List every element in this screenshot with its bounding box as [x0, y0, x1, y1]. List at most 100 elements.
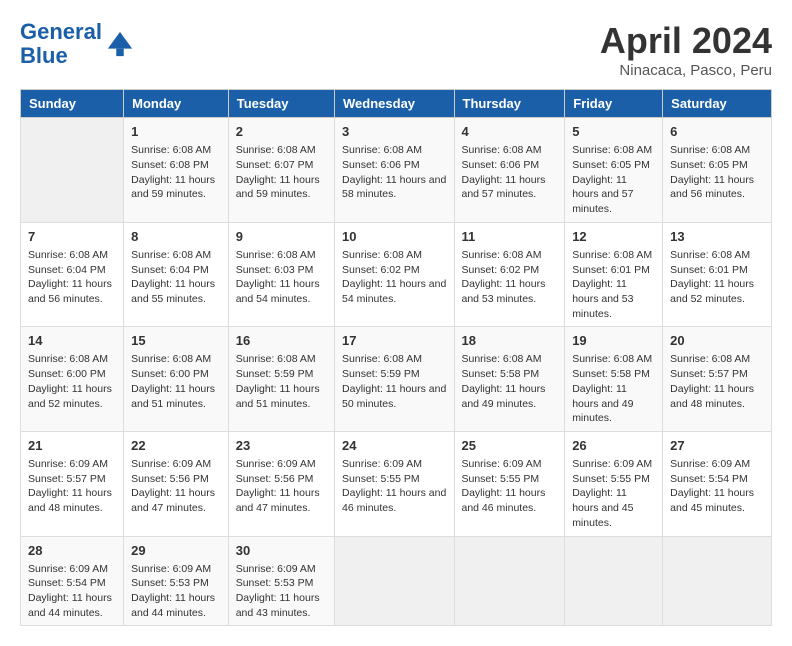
cell-info: Sunrise: 6:08 AMSunset: 6:05 PMDaylight:…: [572, 143, 655, 216]
calendar-table: Sunday Monday Tuesday Wednesday Thursday…: [20, 89, 772, 626]
day-number: 6: [670, 123, 764, 141]
calendar-cell: 2 Sunrise: 6:08 AMSunset: 6:07 PMDaylight…: [228, 118, 334, 223]
calendar-cell: 21 Sunrise: 6:09 AMSunset: 5:57 PMDayligh…: [21, 431, 124, 536]
calendar-cell: 3 Sunrise: 6:08 AMSunset: 6:06 PMDaylight…: [335, 118, 454, 223]
cell-info: Sunrise: 6:08 AMSunset: 6:00 PMDaylight:…: [131, 352, 221, 411]
cell-info: Sunrise: 6:08 AMSunset: 6:01 PMDaylight:…: [670, 248, 764, 307]
calendar-week-2: 7Sunrise: 6:08 AMSunset: 6:04 PMDaylight…: [21, 222, 772, 327]
cell-info: Sunrise: 6:09 AMSunset: 5:54 PMDaylight:…: [670, 457, 764, 516]
day-number: 18: [462, 332, 558, 350]
day-number: 9: [236, 228, 327, 246]
day-number: 16: [236, 332, 327, 350]
calendar-cell: 27 Sunrise: 6:09 AMSunset: 5:54 PMDayligh…: [663, 431, 772, 536]
day-number: 25: [462, 437, 558, 455]
logo: GeneralBlue: [20, 20, 134, 68]
calendar-week-3: 14 Sunrise: 6:08 AMSunset: 6:00 PMDayligh…: [21, 327, 772, 432]
calendar-cell: 16 Sunrise: 6:08 AMSunset: 5:59 PMDayligh…: [228, 327, 334, 432]
logo-text: GeneralBlue: [20, 20, 102, 68]
day-number: 21: [28, 437, 116, 455]
calendar-cell: 11 Sunrise: 6:08 AMSunset: 6:02 PMDayligh…: [454, 222, 565, 327]
cell-info: Sunrise: 6:08 AMSunset: 6:04 PMDaylight:…: [28, 248, 116, 307]
cell-info: Sunrise: 6:09 AMSunset: 5:56 PMDaylight:…: [131, 457, 221, 516]
calendar-cell: 15Sunrise: 6:08 AMSunset: 6:00 PMDayligh…: [124, 327, 229, 432]
calendar-cell: 12 Sunrise: 6:08 AMSunset: 6:01 PMDayligh…: [565, 222, 663, 327]
calendar-cell: 26 Sunrise: 6:09 AMSunset: 5:55 PMDayligh…: [565, 431, 663, 536]
calendar-week-4: 21 Sunrise: 6:09 AMSunset: 5:57 PMDayligh…: [21, 431, 772, 536]
day-number: 3: [342, 123, 446, 141]
day-number: 13: [670, 228, 764, 246]
cell-info: Sunrise: 6:08 AMSunset: 6:06 PMDaylight:…: [462, 143, 558, 202]
day-number: 14: [28, 332, 116, 350]
calendar-cell: 10Sunrise: 6:08 AMSunset: 6:02 PMDayligh…: [335, 222, 454, 327]
day-number: 5: [572, 123, 655, 141]
calendar-cell: 28Sunrise: 6:09 AMSunset: 5:54 PMDayligh…: [21, 536, 124, 626]
cell-info: Sunrise: 6:08 AMSunset: 6:02 PMDaylight:…: [462, 248, 558, 307]
calendar-cell: 9 Sunrise: 6:08 AMSunset: 6:03 PMDaylight…: [228, 222, 334, 327]
cell-info: Sunrise: 6:09 AMSunset: 5:57 PMDaylight:…: [28, 457, 116, 516]
calendar-cell: 19 Sunrise: 6:08 AMSunset: 5:58 PMDayligh…: [565, 327, 663, 432]
day-number: 29: [131, 542, 221, 560]
calendar-cell: [335, 536, 454, 626]
day-number: 2: [236, 123, 327, 141]
calendar-cell: 18 Sunrise: 6:08 AMSunset: 5:58 PMDayligh…: [454, 327, 565, 432]
day-number: 11: [462, 228, 558, 246]
calendar-subtitle: Ninacaca, Pasco, Peru: [600, 62, 772, 79]
cell-info: Sunrise: 6:08 AMSunset: 6:07 PMDaylight:…: [236, 143, 327, 202]
day-number: 22: [131, 437, 221, 455]
cell-info: Sunrise: 6:08 AMSunset: 6:06 PMDaylight:…: [342, 143, 446, 202]
title-block: April 2024 Ninacaca, Pasco, Peru: [600, 20, 772, 79]
day-number: 4: [462, 123, 558, 141]
cell-info: Sunrise: 6:08 AMSunset: 6:08 PMDaylight:…: [131, 143, 221, 202]
col-friday: Friday: [565, 90, 663, 118]
day-number: 27: [670, 437, 764, 455]
cell-info: Sunrise: 6:08 AMSunset: 6:01 PMDaylight:…: [572, 248, 655, 321]
day-number: 26: [572, 437, 655, 455]
day-number: 8: [131, 228, 221, 246]
calendar-title: April 2024: [600, 20, 772, 62]
day-number: 10: [342, 228, 446, 246]
calendar-cell: 14Sunrise: 6:08 AMSunset: 6:00 PMDayligh…: [21, 327, 124, 432]
calendar-cell: 23Sunrise: 6:09 AMSunset: 5:56 PMDayligh…: [228, 431, 334, 536]
col-sunday: Sunday: [21, 90, 124, 118]
calendar-week-1: 1Sunrise: 6:08 AMSunset: 6:08 PMDaylight…: [21, 118, 772, 223]
day-number: 30: [236, 542, 327, 560]
col-monday: Monday: [124, 90, 229, 118]
cell-info: Sunrise: 6:09 AMSunset: 5:55 PMDaylight:…: [572, 457, 655, 530]
calendar-cell: 6 Sunrise: 6:08 AMSunset: 6:05 PMDaylight…: [663, 118, 772, 223]
cell-info: Sunrise: 6:08 AMSunset: 6:05 PMDaylight:…: [670, 143, 764, 202]
cell-info: Sunrise: 6:08 AMSunset: 5:58 PMDaylight:…: [462, 352, 558, 411]
cell-info: Sunrise: 6:08 AMSunset: 5:59 PMDaylight:…: [236, 352, 327, 411]
col-wednesday: Wednesday: [335, 90, 454, 118]
calendar-cell: 17Sunrise: 6:08 AMSunset: 5:59 PMDayligh…: [335, 327, 454, 432]
logo-icon: [106, 30, 134, 58]
cell-info: Sunrise: 6:08 AMSunset: 6:03 PMDaylight:…: [236, 248, 327, 307]
cell-info: Sunrise: 6:08 AMSunset: 5:57 PMDaylight:…: [670, 352, 764, 411]
calendar-cell: 29Sunrise: 6:09 AMSunset: 5:53 PMDayligh…: [124, 536, 229, 626]
calendar-cell: 20Sunrise: 6:08 AMSunset: 5:57 PMDayligh…: [663, 327, 772, 432]
day-number: 12: [572, 228, 655, 246]
cell-info: Sunrise: 6:08 AMSunset: 6:04 PMDaylight:…: [131, 248, 221, 307]
cell-info: Sunrise: 6:09 AMSunset: 5:55 PMDaylight:…: [342, 457, 446, 516]
calendar-cell: [565, 536, 663, 626]
calendar-cell: 4 Sunrise: 6:08 AMSunset: 6:06 PMDaylight…: [454, 118, 565, 223]
cell-info: Sunrise: 6:08 AMSunset: 5:59 PMDaylight:…: [342, 352, 446, 411]
calendar-cell: [663, 536, 772, 626]
calendar-cell: 30Sunrise: 6:09 AMSunset: 5:53 PMDayligh…: [228, 536, 334, 626]
calendar-cell: 13 Sunrise: 6:08 AMSunset: 6:01 PMDayligh…: [663, 222, 772, 327]
calendar-cell: 7Sunrise: 6:08 AMSunset: 6:04 PMDaylight…: [21, 222, 124, 327]
calendar-cell: 1Sunrise: 6:08 AMSunset: 6:08 PMDaylight…: [124, 118, 229, 223]
header-row: Sunday Monday Tuesday Wednesday Thursday…: [21, 90, 772, 118]
calendar-cell: 22 Sunrise: 6:09 AMSunset: 5:56 PMDayligh…: [124, 431, 229, 536]
calendar-week-5: 28Sunrise: 6:09 AMSunset: 5:54 PMDayligh…: [21, 536, 772, 626]
calendar-cell: 5 Sunrise: 6:08 AMSunset: 6:05 PMDaylight…: [565, 118, 663, 223]
calendar-cell: 24 Sunrise: 6:09 AMSunset: 5:55 PMDayligh…: [335, 431, 454, 536]
col-tuesday: Tuesday: [228, 90, 334, 118]
day-number: 19: [572, 332, 655, 350]
col-saturday: Saturday: [663, 90, 772, 118]
calendar-cell: 8 Sunrise: 6:08 AMSunset: 6:04 PMDaylight…: [124, 222, 229, 327]
cell-info: Sunrise: 6:08 AMSunset: 5:58 PMDaylight:…: [572, 352, 655, 425]
calendar-cell: [454, 536, 565, 626]
cell-info: Sunrise: 6:09 AMSunset: 5:56 PMDaylight:…: [236, 457, 327, 516]
day-number: 28: [28, 542, 116, 560]
day-number: 24: [342, 437, 446, 455]
